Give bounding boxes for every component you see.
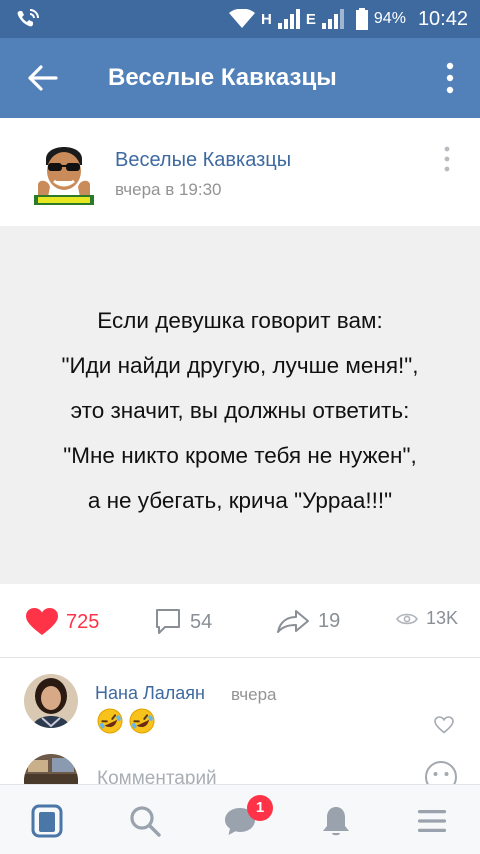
likes-count: 725 bbox=[66, 610, 100, 633]
post-image[interactable]: Если девушка говорит вам: "Иди найди дру… bbox=[0, 226, 480, 584]
share-arrow-icon bbox=[277, 610, 309, 633]
search-icon[interactable] bbox=[127, 803, 163, 839]
bottom-tab-bar: 1 bbox=[0, 784, 480, 854]
user-photo-image bbox=[24, 754, 78, 784]
shares-count: 19 bbox=[318, 609, 341, 632]
quote-line: это значит, вы должны ответить: bbox=[70, 398, 410, 423]
quote-line: "Мне никто кроме тебя не нужен", bbox=[63, 443, 417, 468]
signal-strength-icon-2 bbox=[321, 9, 344, 29]
emoji-picker-icon[interactable] bbox=[424, 760, 458, 784]
post-header: Веселые Кавказцы вчера в 19:30 bbox=[0, 118, 480, 226]
community-avatar[interactable] bbox=[28, 135, 100, 207]
quote-text: Если девушка говорит вам: "Иди найди дру… bbox=[0, 298, 480, 523]
cartoon-man-avatar-image bbox=[28, 135, 100, 207]
app-bar: Веселые Кавказцы bbox=[0, 38, 480, 118]
comment-bubble-icon bbox=[156, 609, 180, 634]
comments-count: 54 bbox=[190, 610, 213, 633]
views-count: 13K bbox=[425, 608, 458, 628]
bell-icon[interactable] bbox=[318, 803, 354, 839]
comment-input[interactable]: Комментарий bbox=[97, 768, 217, 784]
commenter-name[interactable]: Нана Лалаян bbox=[95, 683, 205, 704]
like-button[interactable]: 725 bbox=[26, 608, 99, 636]
hamburger-menu-icon[interactable] bbox=[414, 803, 450, 839]
post-options-icon[interactable] bbox=[444, 146, 450, 172]
messages-badge: 1 bbox=[247, 795, 273, 821]
post-actions: 725 54 19 13K bbox=[0, 584, 480, 658]
comment-like-icon[interactable] bbox=[434, 716, 454, 734]
newsfeed-icon[interactable] bbox=[30, 803, 66, 839]
rofl-emoji-icon bbox=[97, 708, 123, 734]
comment-item: Нана Лалаян вчера bbox=[0, 658, 480, 758]
signal-strength-icon bbox=[277, 9, 300, 29]
post-timestamp: вчера в 19:30 bbox=[115, 180, 222, 199]
heart-filled-icon bbox=[26, 608, 58, 635]
page-title: Веселые Кавказцы bbox=[108, 64, 337, 91]
woman-portrait-image bbox=[24, 674, 78, 728]
network-type-h: H bbox=[261, 10, 272, 28]
comment-timestamp: вчера bbox=[231, 685, 277, 704]
share-button[interactable]: 19 bbox=[276, 608, 340, 634]
battery-percent: 94% bbox=[373, 10, 406, 27]
comment-text bbox=[97, 708, 155, 734]
back-arrow-icon[interactable] bbox=[26, 62, 60, 94]
rofl-emoji-icon bbox=[129, 708, 155, 734]
wifi-calling-icon bbox=[17, 9, 39, 27]
more-vertical-icon[interactable] bbox=[446, 62, 454, 94]
comment-composer: Комментарий bbox=[0, 748, 480, 784]
comment-button[interactable]: 54 bbox=[154, 608, 212, 636]
clock: 10:42 bbox=[417, 7, 468, 30]
eye-icon bbox=[396, 613, 418, 624]
quote-line: а не убегать, крича "Урраа!!!" bbox=[87, 488, 393, 513]
wifi-icon bbox=[229, 9, 256, 28]
views-indicator: 13K bbox=[396, 608, 458, 629]
post-author-name[interactable]: Веселые Кавказцы bbox=[115, 149, 291, 172]
quote-line: Если девушка говорит вам: bbox=[97, 308, 383, 333]
battery-icon bbox=[355, 8, 368, 30]
my-avatar bbox=[24, 754, 78, 784]
status-bar: H E 94% 10:42 bbox=[0, 0, 480, 38]
quote-line: "Иди найди другую, лучше меня!", bbox=[61, 353, 419, 378]
network-type-e: E bbox=[305, 10, 316, 28]
commenter-avatar[interactable] bbox=[24, 674, 78, 728]
